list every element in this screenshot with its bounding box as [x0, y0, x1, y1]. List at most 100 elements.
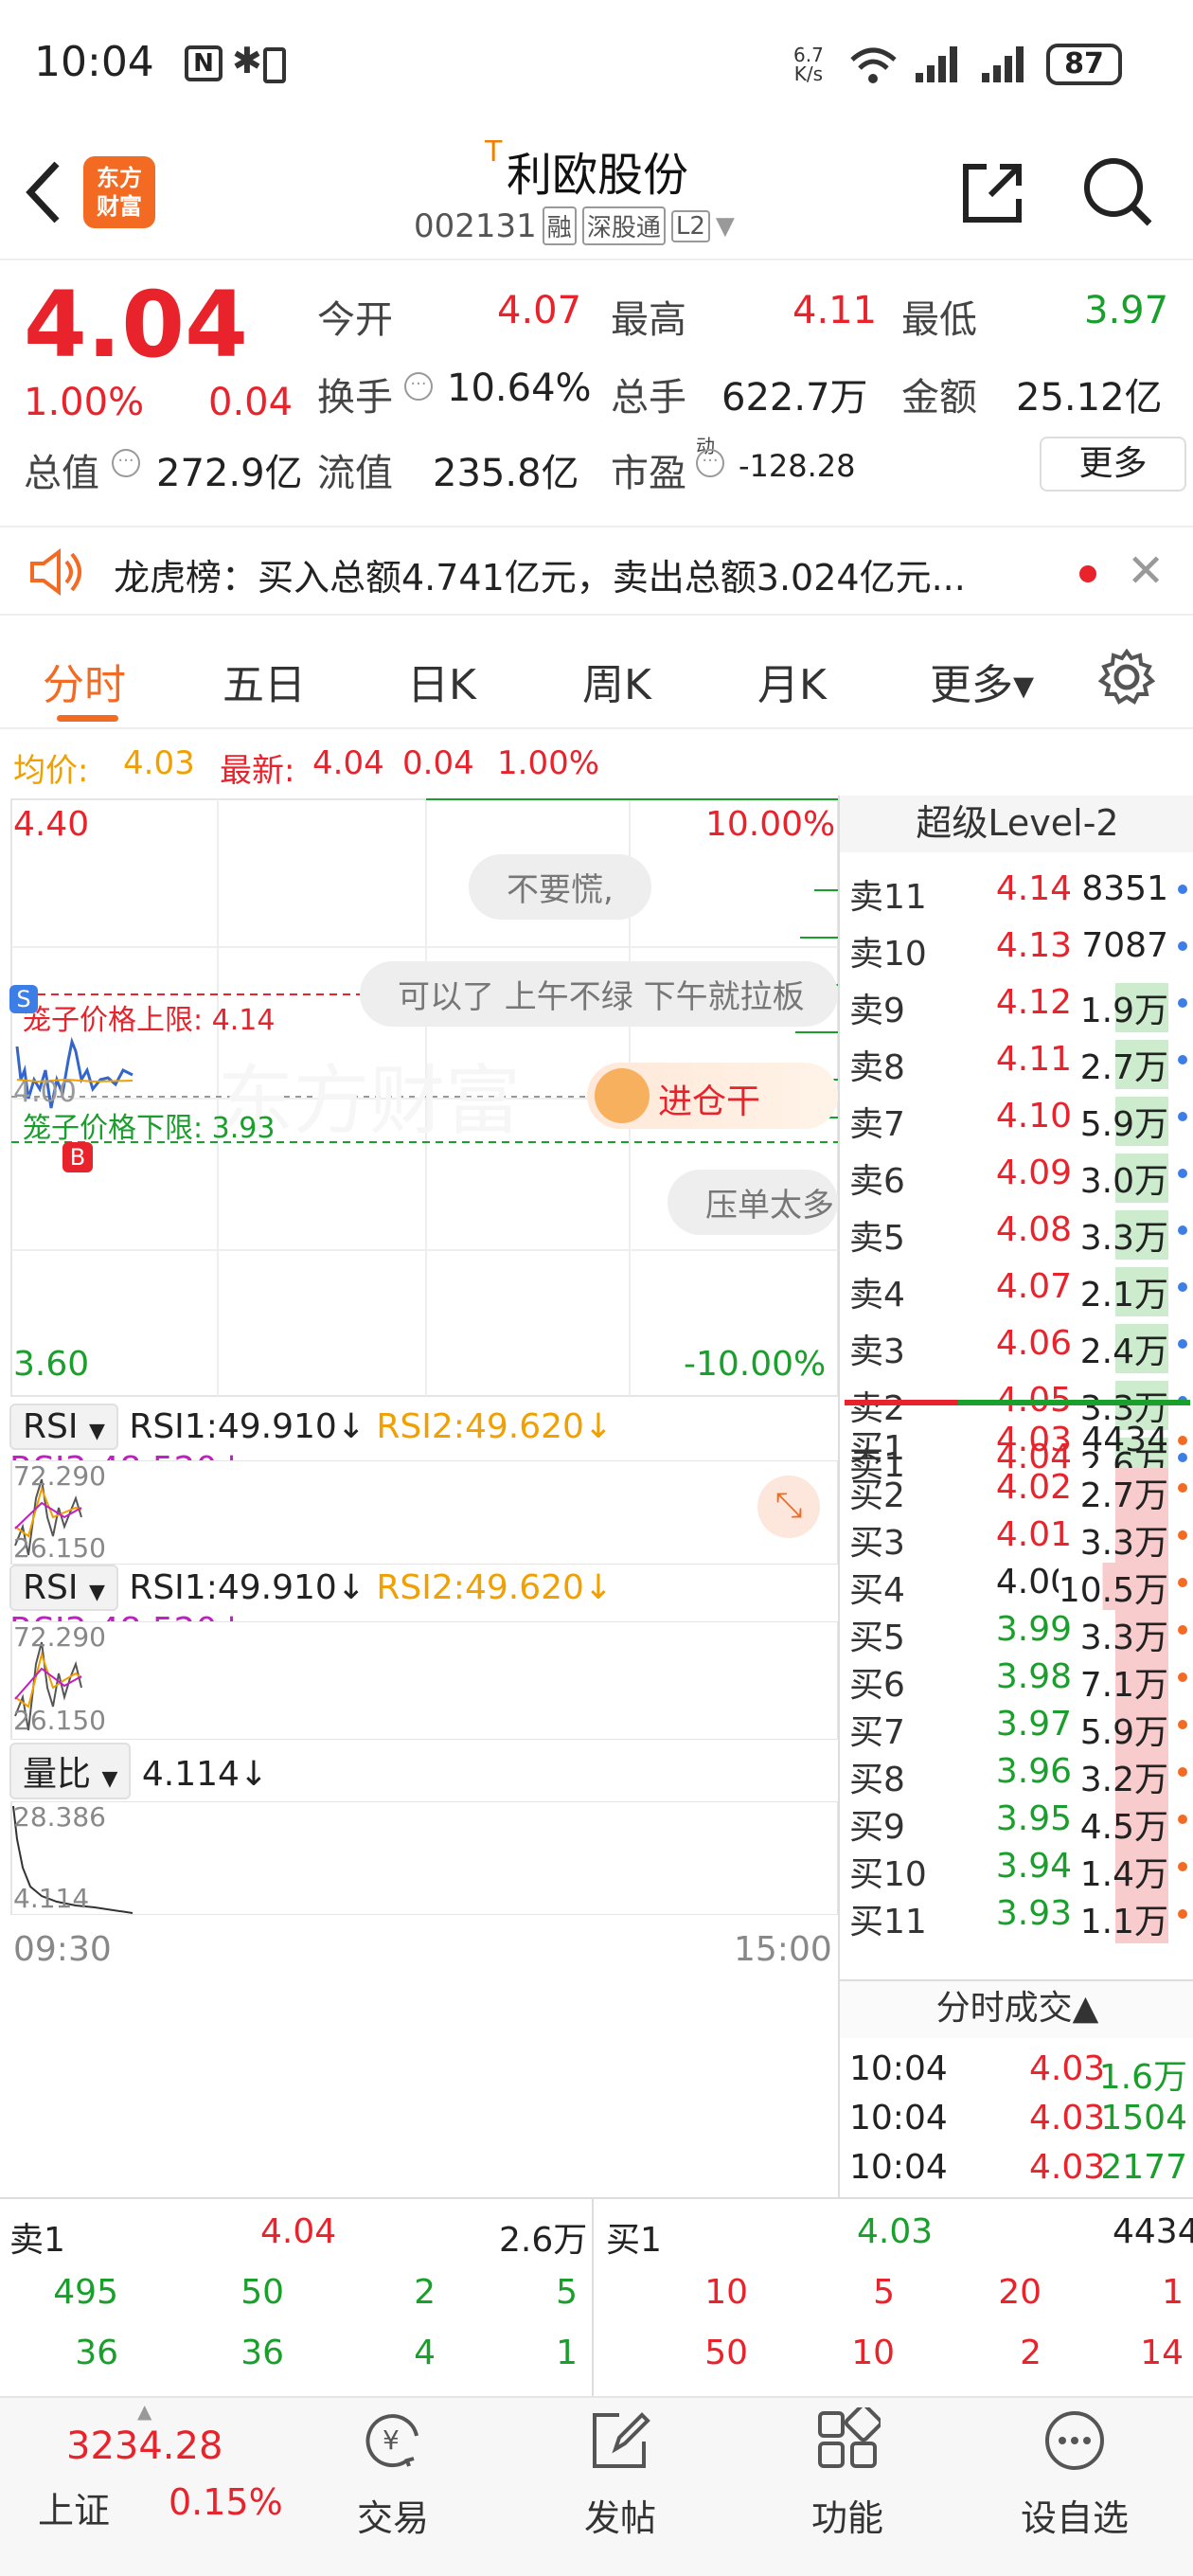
rsi-chart-2[interactable] — [0, 1621, 838, 1740]
nav-functions[interactable]: 功能 — [762, 2403, 933, 2541]
tab-monthly-k[interactable]: 月K — [757, 651, 827, 711]
more-button[interactable]: 更多 — [1040, 437, 1186, 492]
comment-bubble[interactable]: 压单太多 — [668, 1170, 838, 1235]
index-value[interactable]: 3234.28 — [66, 2424, 223, 2468]
share-icon[interactable] — [958, 159, 1026, 227]
sell-order-row[interactable]: 卖6 4.09 3.0万 — [840, 1148, 1193, 1203]
nav-post[interactable]: 发帖 — [535, 2407, 705, 2541]
volratio-value: 4.114↓ — [141, 1755, 269, 1794]
close-icon[interactable]: ✕ — [1127, 545, 1165, 598]
buy-order-row[interactable]: 买5 3.99 3.3万 — [840, 1604, 1193, 1659]
queue-volume: 50 — [240, 2273, 284, 2312]
sell-buy-divider-red — [845, 1400, 958, 1405]
lower-limit-label: 笼子价格下限: 3.93 — [23, 1112, 276, 1145]
order-book: 超级Level-2 卖11 4.14 8351 卖10 4.13 7087 卖9 4.12 1.… — [838, 796, 1193, 2197]
buy-level-dot — [1178, 1578, 1187, 1587]
buy-order-row[interactable]: 买9 3.95 4.5万 — [840, 1794, 1193, 1849]
indicator-select[interactable]: RSI ▼ — [9, 1565, 118, 1611]
info-icon[interactable]: ··· — [404, 372, 433, 401]
margin-tag: 融 — [542, 206, 577, 245]
pe-label: 市盈 — [611, 452, 686, 495]
sell-order-row[interactable]: 卖8 4.11 2.7万 — [840, 1034, 1193, 1089]
info-icon[interactable]: ··· — [112, 449, 140, 477]
sell-order-row[interactable]: 卖11 4.14 8351 — [840, 864, 1193, 917]
back-icon[interactable] — [21, 159, 68, 225]
comment-bubble[interactable]: 不要慌, — [469, 854, 651, 920]
news-text[interactable]: 龙虎榜：买入总额4.741亿元，卖出总额3.024亿元... — [114, 548, 966, 600]
sell-order-row[interactable]: 卖3 4.06 2.4万 — [840, 1318, 1193, 1373]
tab-more[interactable]: 更多▾ — [930, 651, 1034, 711]
rsi-bottom-label: 26.150 — [13, 1705, 106, 1736]
volratio-chart[interactable] — [0, 1801, 838, 1915]
buy-order-row[interactable]: 买6 3.98 7.1万 — [840, 1652, 1193, 1707]
expand-icon[interactable]: ⤡ — [757, 1476, 820, 1538]
index-pct[interactable]: 0.15% — [169, 2481, 283, 2523]
trade-price: 4.03 — [1029, 2099, 1106, 2138]
news-banner[interactable]: 龙虎榜：买入总额4.741亿元，卖出总额3.024亿元... ✕ — [0, 526, 1193, 616]
queue-volume: 495 — [53, 2273, 118, 2312]
indicator-select[interactable]: RSI ▼ — [9, 1404, 118, 1450]
nav-add-watchlist[interactable]: 设自选 — [989, 2407, 1160, 2541]
sell-level-dot — [1178, 1339, 1187, 1349]
index-name[interactable]: 上证 — [38, 2481, 110, 2533]
mascot-icon — [595, 1068, 650, 1123]
buy-order-row[interactable]: 买7 3.97 5.9万 — [840, 1699, 1193, 1754]
buy-level-price: 3.93 — [995, 1894, 1072, 1933]
sell-order-row[interactable]: 卖7 4.10 5.9万 — [840, 1091, 1193, 1146]
buy-order-row[interactable]: 买3 4.01 3.3万 — [840, 1510, 1193, 1565]
sell-marker[interactable]: S — [9, 985, 38, 1013]
search-icon[interactable] — [1079, 153, 1155, 233]
orderbook-title[interactable]: 超级Level-2 — [840, 796, 1193, 852]
change-pct: 1.00% — [24, 381, 145, 424]
bottom-buy-label: 买1 — [606, 2221, 662, 2260]
current-price: 4.04 — [24, 272, 248, 378]
sell-level-price: 4.09 — [995, 1154, 1072, 1192]
tab-five-day[interactable]: 五日 — [223, 651, 306, 711]
sell-level-dot — [1178, 941, 1187, 951]
wifi-icon — [850, 47, 897, 83]
indicator-select[interactable]: 量比 ▼ — [9, 1743, 132, 1799]
nav-trade[interactable]: ¥ 交易 — [308, 2407, 478, 2541]
pct-min-label: -10.00% — [684, 1345, 827, 1384]
latest-value: 4.04 — [312, 744, 384, 782]
tab-intraday[interactable]: 分时 — [43, 651, 126, 711]
comment-bubble-highlight[interactable]: 进仓干 — [587, 1063, 838, 1129]
trade-row[interactable]: 10:04 4.03 1504 — [840, 2095, 1193, 2147]
buy-order-row[interactable]: 买1 4.03 4434 — [840, 1415, 1193, 1468]
latest-change: 0.04 — [402, 744, 474, 782]
sell-level-dot — [1178, 1055, 1187, 1064]
tab-daily-k[interactable]: 日K — [407, 651, 476, 711]
sell-order-row[interactable]: 卖5 4.08 3.3万 — [840, 1205, 1193, 1260]
settings-gear-icon[interactable] — [1098, 649, 1155, 706]
sell-order-row[interactable]: 卖4 4.07 2.1万 — [840, 1261, 1193, 1316]
trades-title[interactable]: 分时成交▲ — [840, 1981, 1193, 2038]
trade-time: 10:04 — [849, 2099, 948, 2138]
avg-price-line: 均价: 4.03 最新: 4.04 0.04 1.00% — [0, 737, 1193, 794]
sell-order-row[interactable]: 卖9 4.12 1.9万 — [840, 977, 1193, 1032]
buy-level-price: 3.96 — [995, 1752, 1072, 1791]
sell-order-row[interactable]: 卖10 4.13 7087 — [840, 921, 1193, 974]
sell-level-dot — [1178, 1225, 1187, 1235]
info-icon[interactable]: ··· — [696, 449, 724, 477]
tab-weekly-k[interactable]: 周K — [582, 651, 651, 711]
buy-marker[interactable]: B — [62, 1142, 93, 1172]
queue-volume: 2 — [414, 2273, 436, 2312]
bottom-sell-vol: 2.6万 — [499, 2221, 588, 2260]
buy-order-row[interactable]: 买10 3.94 1.4万 — [840, 1841, 1193, 1896]
trade-row[interactable]: 10:04 4.03 2177 — [840, 2144, 1193, 2196]
buy-order-row[interactable]: 买4 4.00 10.5万 — [840, 1557, 1193, 1612]
trade-row[interactable]: 10:04 4.03 1.6万 — [840, 2046, 1193, 2098]
rsi-chart-1[interactable] — [0, 1460, 838, 1565]
brand-logo[interactable]: 东方 财富 — [83, 156, 155, 228]
rsi1-value: RSI1:49.910↓ — [129, 1407, 365, 1446]
rsi-top-label: 72.290 — [13, 1460, 106, 1492]
sell-level-label: 卖7 — [849, 1105, 905, 1144]
buy-order-row[interactable]: 买2 4.02 2.7万 — [840, 1462, 1193, 1517]
time-end-label: 15:00 — [734, 1930, 832, 1969]
buy-order-row[interactable]: 买11 3.93 1.1万 — [840, 1888, 1193, 1943]
t-plus-badge: T — [485, 135, 503, 169]
dropdown-icon[interactable]: ▼ — [716, 212, 735, 241]
buy-order-row[interactable]: 买8 3.96 3.2万 — [840, 1746, 1193, 1801]
sell-level-label: 卖8 — [849, 1048, 905, 1087]
comment-bubble[interactable]: 可以了 上午不绿 下午就拉板 — [360, 961, 838, 1027]
